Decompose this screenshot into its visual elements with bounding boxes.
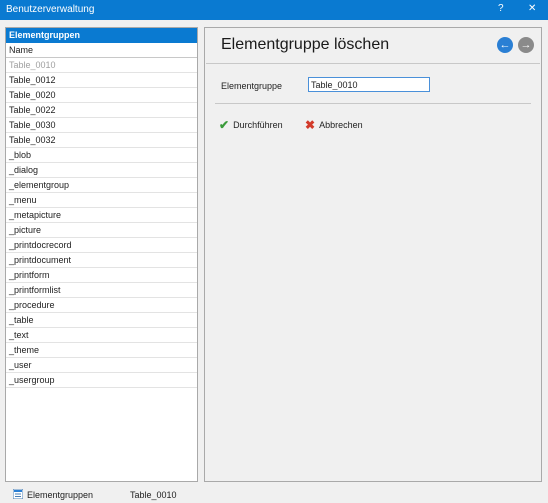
title-bar: Benutzerverwaltung ? ✕ <box>0 0 548 20</box>
execute-label: Durchführen <box>233 120 283 130</box>
help-button[interactable]: ? <box>498 3 504 14</box>
panel-title: Elementgruppe löschen <box>221 36 390 53</box>
list-item[interactable]: Table_0032 <box>6 133 197 148</box>
name-column-header[interactable]: Name <box>6 43 197 58</box>
list-item[interactable]: _elementgroup <box>6 178 197 193</box>
status-bar: Elementgruppen Table_0010 <box>0 486 548 503</box>
status-label: Elementgruppen <box>27 490 94 500</box>
list-item[interactable]: _procedure <box>6 298 197 313</box>
list-item[interactable]: Table_0020 <box>6 88 197 103</box>
forward-arrow-icon[interactable]: → <box>518 37 534 53</box>
window-title: Benutzerverwaltung <box>6 4 95 15</box>
cancel-button[interactable]: ✖ Abbrechen <box>305 118 363 132</box>
list-item[interactable]: _printdocument <box>6 253 197 268</box>
list-item[interactable]: _usergroup <box>6 373 197 388</box>
list-item[interactable]: _table <box>6 313 197 328</box>
element-group-label: Elementgruppe <box>221 81 283 91</box>
close-button[interactable]: ✕ <box>528 3 536 14</box>
list-item[interactable]: Table_0010 <box>6 58 197 73</box>
status-value: Table_0010 <box>130 490 177 500</box>
list-item[interactable]: _menu <box>6 193 197 208</box>
list-item[interactable]: Table_0030 <box>6 118 197 133</box>
list-item[interactable]: _blob <box>6 148 197 163</box>
list-item[interactable]: _dialog <box>6 163 197 178</box>
list-item[interactable]: _printform <box>6 268 197 283</box>
element-group-field[interactable] <box>308 77 430 92</box>
list-item[interactable]: Table_0012 <box>6 73 197 88</box>
list-view-icon <box>13 489 23 499</box>
list-item[interactable]: Table_0022 <box>6 103 197 118</box>
execute-button[interactable]: ✔ Durchführen <box>219 118 283 132</box>
list-panel-header: Elementgruppen <box>6 28 197 43</box>
list-item[interactable]: _picture <box>6 223 197 238</box>
back-arrow-icon[interactable]: ← <box>497 37 513 53</box>
delete-element-group-panel: Elementgruppe löschen ← → Elementgruppe … <box>204 27 542 482</box>
form-divider <box>215 103 531 104</box>
cancel-label: Abbrechen <box>319 120 363 130</box>
checkmark-icon: ✔ <box>219 118 230 132</box>
list-item[interactable]: _user <box>6 358 197 373</box>
list-item[interactable]: _metapicture <box>6 208 197 223</box>
list-item[interactable]: _theme <box>6 343 197 358</box>
header-divider <box>206 63 540 64</box>
list-item[interactable]: _printformlist <box>6 283 197 298</box>
list-item[interactable]: _printdocrecord <box>6 238 197 253</box>
list-item[interactable]: _text <box>6 328 197 343</box>
element-group-list-panel: Elementgruppen Name Table_0010 Table_001… <box>5 27 198 482</box>
close-x-icon: ✖ <box>305 118 316 132</box>
